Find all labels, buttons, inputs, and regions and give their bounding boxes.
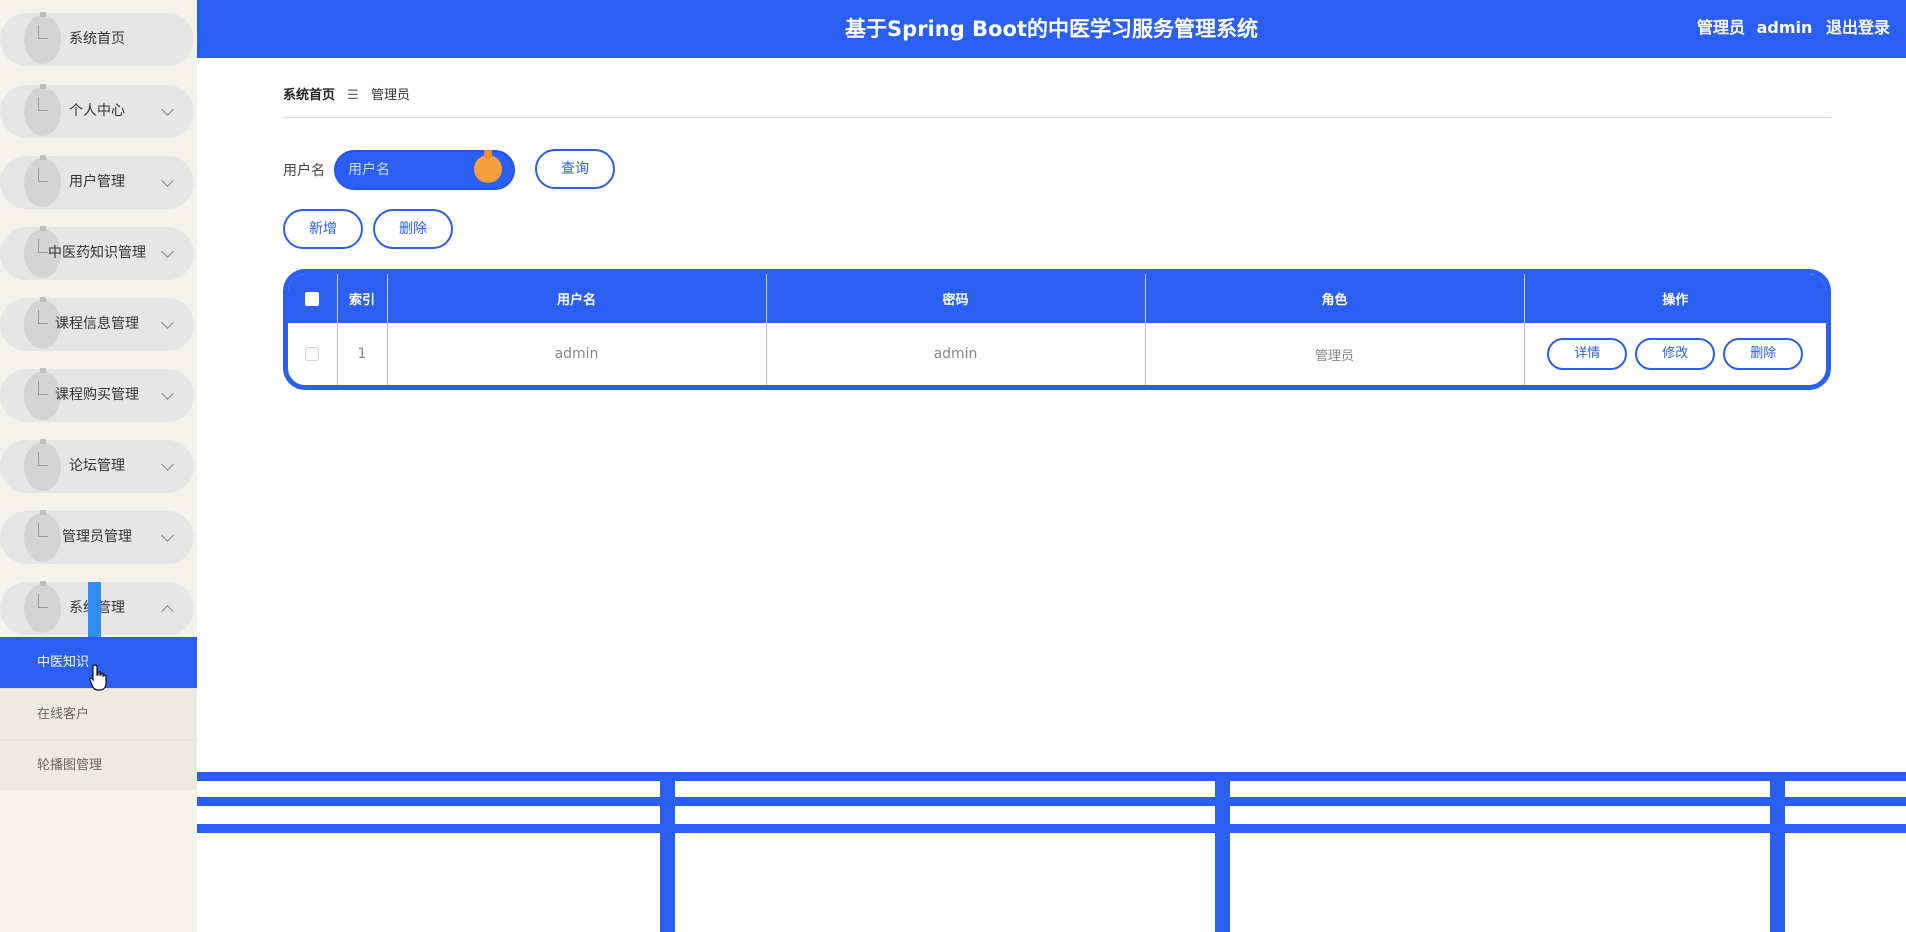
breadcrumb-current: 管理员 (370, 88, 410, 103)
column-header-index: 索引 (337, 274, 388, 323)
decorative-stripe (197, 824, 1906, 833)
cell-index: 1 (337, 323, 388, 385)
sidebar: 系统首页 个人中心 用户管理 中医药知识管理 课程信息管理 课程购买管理 论坛管… (0, 0, 197, 932)
sidebar-item-label: 中医药知识管理 (48, 245, 146, 261)
batch-delete-button[interactable]: 删除 (373, 209, 453, 249)
username: admin (1756, 18, 1813, 37)
cell-password: admin (766, 323, 1146, 385)
decorative-post (660, 780, 675, 932)
sidebar-item-user-management[interactable]: 用户管理 (0, 155, 194, 209)
app-title: 基于Spring Boot的中医学习服务管理系统 (845, 17, 1258, 41)
add-button[interactable]: 新增 (283, 209, 363, 249)
search-label: 用户名 (283, 163, 325, 179)
breadcrumb: 系统首页 ☰ 管理员 (283, 84, 410, 103)
sidebar-item-label: 个人中心 (69, 103, 125, 119)
sidebar-item-admin-management[interactable]: 管理员管理 (0, 510, 194, 564)
sidebar-item-course-info[interactable]: 课程信息管理 (0, 297, 194, 351)
logout-link[interactable]: 退出登录 (1826, 18, 1890, 37)
row-delete-button[interactable]: 删除 (1723, 338, 1804, 370)
table-row: 1 admin admin 管理员 详情 修改 删除 (288, 323, 1826, 385)
user-role: 管理员 (1697, 18, 1746, 37)
submenu-item-label: 在线客户 (37, 707, 90, 722)
scroll-indicator (88, 582, 101, 637)
sidebar-item-course-purchase[interactable]: 课程购买管理 (0, 368, 194, 422)
select-all-header (288, 274, 338, 323)
cell-actions: 详情 修改 删除 (1524, 323, 1826, 385)
top-header: 基于Spring Boot的中医学习服务管理系统 管理员 admin 退出登录 (197, 0, 1906, 58)
detail-button[interactable]: 详情 (1547, 338, 1628, 370)
sidebar-item-home[interactable]: 系统首页 (0, 12, 194, 66)
breadcrumb-divider (283, 117, 1831, 118)
user-area: 管理员 admin 退出登录 (1697, 0, 1890, 56)
admin-table: 索引 用户名 密码 角色 操作 1 admin admin 管理员 详情 修改 删除 (283, 269, 1831, 390)
sidebar-item-forum[interactable]: 论坛管理 (0, 439, 194, 493)
sidebar-item-label: 管理员管理 (62, 529, 132, 545)
submenu-item-carousel[interactable]: 轮播图管理 (0, 739, 197, 790)
submenu-item-label: 轮播图管理 (37, 758, 103, 773)
edit-button[interactable]: 修改 (1635, 338, 1716, 370)
column-header-username: 用户名 (387, 274, 767, 323)
row-select-cell (288, 323, 338, 385)
sidebar-item-label: 课程信息管理 (55, 316, 139, 332)
sidebar-item-tcm-knowledge[interactable]: 中医药知识管理 (0, 226, 194, 280)
sidebar-item-label: 系统首页 (69, 31, 125, 47)
table-header-row: 索引 用户名 密码 角色 操作 (288, 274, 1826, 323)
sidebar-item-label: 用户管理 (69, 174, 125, 190)
submenu-item-online-customer[interactable]: 在线客户 (0, 688, 197, 739)
cell-username: admin (387, 323, 767, 385)
query-button[interactable]: 查询 (535, 149, 615, 189)
row-checkbox[interactable] (305, 347, 320, 361)
decorative-post (1770, 780, 1785, 932)
decorative-post (1215, 780, 1230, 932)
input-decoration-knob (474, 150, 502, 183)
submenu-item-label: 中医知识 (37, 655, 90, 670)
breadcrumb-home[interactable]: 系统首页 (283, 88, 335, 103)
select-all-checkbox[interactable] (305, 291, 320, 306)
hand-cursor-icon (89, 664, 107, 691)
column-header-password: 密码 (766, 274, 1146, 323)
sidebar-item-personal-center[interactable]: 个人中心 (0, 84, 194, 138)
cell-role: 管理员 (1145, 323, 1525, 385)
menu-icon: ☰ (347, 88, 359, 103)
decorative-stripe (197, 797, 1906, 806)
column-header-actions: 操作 (1524, 274, 1826, 323)
sidebar-item-label: 论坛管理 (69, 458, 125, 474)
column-header-role: 角色 (1145, 274, 1525, 323)
sidebar-item-label: 课程购买管理 (55, 387, 139, 403)
decorative-stripe (197, 772, 1906, 781)
